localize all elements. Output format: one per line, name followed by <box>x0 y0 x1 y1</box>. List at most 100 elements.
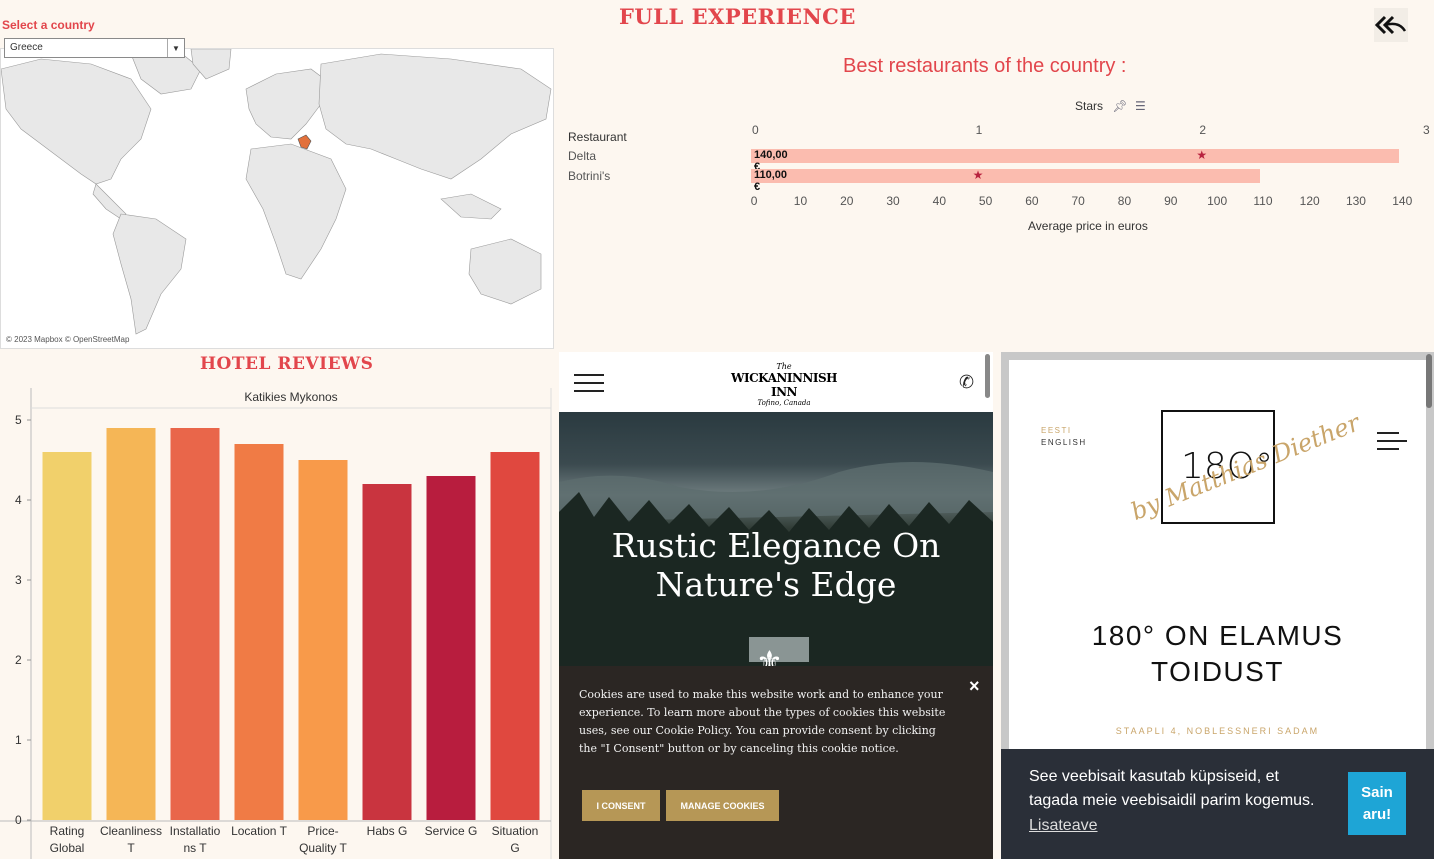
menu-icon[interactable] <box>1377 432 1407 450</box>
review-bar[interactable] <box>426 476 476 820</box>
manage-cookies-button[interactable]: MANAGE COOKIES <box>666 790 779 821</box>
country-dropdown[interactable]: Greece ▼ <box>4 38 185 58</box>
star-tick: 1 <box>975 123 983 137</box>
star-marker[interactable]: ★ <box>1196 148 1207 162</box>
wick-logo[interactable]: The WICKANINNISH INN Tofino, Canada <box>729 362 839 408</box>
hamburger-menu-icon[interactable] <box>574 374 604 392</box>
review-bar[interactable] <box>490 452 540 820</box>
star-tick: 2 <box>1199 123 1207 137</box>
x-tick-label: Service G <box>425 824 478 838</box>
price-tick: 90 <box>1164 194 1178 208</box>
wick-logo-sub: Tofino, Canada <box>757 399 811 407</box>
got-it-button[interactable]: Sain aru! <box>1348 772 1406 835</box>
review-bar[interactable] <box>298 460 348 820</box>
price-tick: 40 <box>932 194 946 208</box>
x-tick-label: Habs G <box>367 824 408 838</box>
p180-cookie-text-line2: tagada meie veebisaidil parim kogemus. <box>1029 792 1315 809</box>
lang-eesti-link[interactable]: EESTI <box>1041 426 1072 435</box>
review-bar[interactable] <box>42 452 92 820</box>
phone-icon[interactable]: ✆ <box>959 372 974 393</box>
review-bar[interactable] <box>362 484 412 820</box>
hotel-reviews-svg: Katikies Mykonos 0 1 2 3 4 5 Rating Global Cleanl… <box>0 388 552 859</box>
wick-cookie-banner: Cookies are used to make this website wo… <box>559 666 993 859</box>
p180-heading-line1: 180° ON ELAMUS <box>1091 620 1344 651</box>
got-it-line1: Sain <box>1361 783 1393 801</box>
wick-cookie-text: Cookies are used to make this website wo… <box>579 688 946 755</box>
p180-site[interactable]: EESTI ENGLISH 18O° by Matthias Diether 1… <box>1001 352 1434 859</box>
price-tick: 110 <box>1253 194 1273 208</box>
stars-header-label: Stars <box>1075 99 1104 113</box>
price-tick: 10 <box>793 194 808 208</box>
x-tick-label: T <box>127 841 135 855</box>
back-button[interactable] <box>1374 8 1408 42</box>
y-tick-label: 5 <box>15 413 22 427</box>
star-tick: 3 <box>1423 123 1430 137</box>
price-tick: 50 <box>978 194 993 208</box>
price-tick: 0 <box>750 194 758 208</box>
chevron-down-icon[interactable]: ▼ <box>167 39 184 57</box>
scrollbar-thumb[interactable] <box>1426 354 1432 408</box>
y-tick-label: 3 <box>15 573 22 587</box>
star-tick: 0 <box>752 123 759 137</box>
hotel-reviews-chart: Katikies Mykonos 0 1 2 3 4 5 Rating Global Cleanl… <box>0 378 556 859</box>
world-map-graphic <box>1 49 553 348</box>
star-marker[interactable]: ★ <box>973 168 984 182</box>
restaurant-name: Delta <box>568 149 597 163</box>
double-back-arrow-icon <box>1375 15 1407 35</box>
wickaninnish-site[interactable]: The WICKANINNISH INN Tofino, Canada ✆ Ru… <box>559 352 993 859</box>
close-icon[interactable]: × <box>969 676 980 697</box>
review-bar[interactable] <box>234 444 284 820</box>
x-tick-label: Quality T <box>299 841 347 855</box>
x-tick-label: G <box>510 841 519 855</box>
price-bar-label: 110,00 € <box>754 169 788 193</box>
i-consent-button[interactable]: I CONSENT <box>582 790 660 821</box>
x-tick-label: Situation <box>492 824 539 838</box>
restaurant-column-header: Restaurant <box>568 130 627 144</box>
restaurants-title: Best restaurants of the country : <box>843 55 1127 77</box>
wick-logo-main: WICKANINNISH INN <box>730 371 838 399</box>
price-tick: 80 <box>1117 194 1132 208</box>
x-tick-label: Rating <box>50 824 85 838</box>
p180-heading-line2: TOIDUST <box>1151 656 1284 687</box>
y-tick-label: 1 <box>15 733 22 747</box>
world-map[interactable] <box>0 48 554 349</box>
x-tick-label: Price- <box>307 824 338 838</box>
price-tick: 60 <box>1025 194 1039 208</box>
p180-cookie-banner: See veebisait kasutab küpsiseid, et taga… <box>1001 749 1434 859</box>
review-bar[interactable] <box>106 428 156 820</box>
page-title: FULL EXPERIENCE <box>619 4 856 29</box>
y-tick-label: 2 <box>15 653 22 667</box>
price-tick: 30 <box>886 194 900 208</box>
price-tick: 120 <box>1299 194 1320 208</box>
x-tick-label: Global <box>50 841 85 855</box>
price-bar[interactable] <box>751 149 1399 163</box>
price-tick: 70 <box>1071 194 1085 208</box>
wick-header: The WICKANINNISH INN Tofino, Canada ✆ <box>559 352 993 412</box>
p180-cookie-text: See veebisait kasutab küpsiseid, et taga… <box>1029 765 1314 813</box>
sort-icon[interactable]: ☰ <box>1135 99 1146 113</box>
p180-cookie-text-line1: See veebisait kasutab küpsiseid, et <box>1029 768 1279 785</box>
p180-heading: 180° ON ELAMUS TOIDUST <box>1009 618 1426 690</box>
got-it-line2: aru! <box>1362 805 1392 823</box>
scrollbar-thumb[interactable] <box>985 354 990 398</box>
map-credit: © 2023 Mapbox © OpenStreetMap <box>6 335 130 344</box>
price-axis-label: Average price in euros <box>1028 219 1148 233</box>
y-tick-label: 4 <box>15 493 22 507</box>
price-tick: 140 <box>1392 194 1413 208</box>
x-tick-label: ns T <box>183 841 207 855</box>
wick-logo-top: The <box>776 362 792 371</box>
learn-more-link[interactable]: Lisateave <box>1029 817 1098 835</box>
wick-hero-title-line1: Rustic Elegance On <box>611 526 941 565</box>
price-bar[interactable] <box>751 169 1261 183</box>
lang-english-link[interactable]: ENGLISH <box>1041 438 1087 447</box>
price-tick: 100 <box>1207 194 1228 208</box>
country-dropdown-value: Greece <box>10 42 43 53</box>
chart-title: Katikies Mykonos <box>244 390 337 404</box>
x-tick-label: Installatio <box>170 824 221 838</box>
review-bar[interactable] <box>170 428 220 820</box>
price-tick: 20 <box>840 194 854 208</box>
pin-icon[interactable]: 📌︎ <box>1112 99 1127 113</box>
wick-hero-title: Rustic Elegance On Nature's Edge <box>559 526 993 604</box>
x-tick-label: Cleanliness <box>100 824 162 838</box>
hotel-reviews-title: HOTEL REVIEWS <box>200 354 374 374</box>
